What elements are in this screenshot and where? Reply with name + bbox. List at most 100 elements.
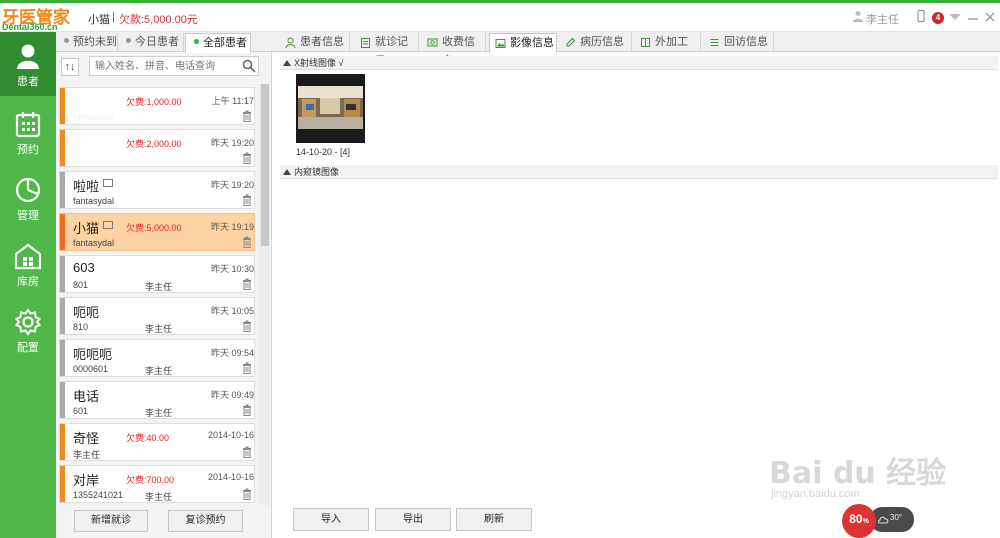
collapse-triangle-icon[interactable] bbox=[283, 59, 291, 67]
memory-percent-circle[interactable]: 80% bbox=[842, 504, 876, 538]
patient-card[interactable]: 小猫 欠费:5,000.00 昨天 19:19 fantasydal bbox=[59, 213, 255, 251]
main-tab[interactable]: 就诊记录 bbox=[355, 33, 419, 67]
patient-accent-bar bbox=[60, 424, 65, 460]
watermark-url: jingyan.baidu.com bbox=[771, 488, 860, 500]
delete-icon[interactable] bbox=[242, 236, 252, 248]
patient-list-scrollbar[interactable] bbox=[259, 84, 270, 505]
redacted-region bbox=[70, 90, 125, 122]
patient-card[interactable]: 呃呃呃 昨天 09:54 0000601 李主任 bbox=[59, 339, 255, 377]
image-icon bbox=[495, 39, 506, 48]
main-tab-label: 患者信息 bbox=[300, 36, 344, 48]
user-name[interactable]: 李主任 bbox=[866, 11, 899, 27]
patient-visit-time: 昨天 09:54 bbox=[210, 348, 254, 358]
nav-label: 患者 bbox=[17, 76, 39, 88]
main-tab[interactable]: 回访信息 bbox=[704, 33, 774, 52]
sort-button[interactable]: ↑↓ bbox=[61, 58, 79, 76]
patient-doctor: 李主任 bbox=[145, 366, 173, 376]
patient-accent-bar bbox=[60, 298, 65, 334]
patient-visit-time: 昨天 19:19 bbox=[210, 222, 254, 232]
patient-name: 啦啦 bbox=[73, 179, 100, 194]
nav-item-appointments[interactable]: 预约 bbox=[0, 100, 56, 164]
section-endoscope[interactable]: 内窥镜图像 bbox=[280, 165, 998, 179]
nav-item-settings[interactable]: 配置 bbox=[0, 298, 56, 362]
search-input[interactable] bbox=[89, 56, 259, 76]
has-image-icon bbox=[103, 221, 113, 229]
section-xray[interactable]: X射线图像 √ bbox=[280, 56, 998, 70]
delete-icon[interactable] bbox=[242, 320, 252, 332]
main-tab[interactable]: 病历信息 bbox=[560, 33, 632, 52]
patient-doctor: 李主任 bbox=[145, 408, 173, 418]
main-tab[interactable]: 影像信息 bbox=[489, 33, 557, 53]
patient-card[interactable]: 呃呃 昨天 10:05 810 李主任 bbox=[59, 297, 255, 335]
performance-widget[interactable]: 30° 80% bbox=[842, 504, 914, 538]
delete-icon[interactable] bbox=[242, 152, 252, 164]
search-icon[interactable] bbox=[242, 59, 256, 73]
main-tab[interactable]: 收费信息 bbox=[422, 33, 486, 67]
patient-name: 电话 bbox=[73, 389, 100, 404]
patient-sub-info: 810 bbox=[73, 322, 89, 332]
tab-today-patients[interactable]: 今日患者 bbox=[118, 33, 184, 52]
patient-sub-info: fantasydal bbox=[73, 238, 115, 248]
patient-name: 603 bbox=[73, 260, 95, 275]
delete-icon[interactable] bbox=[242, 362, 252, 374]
clipboard-icon bbox=[361, 38, 370, 48]
nav-label: 预约 bbox=[17, 144, 39, 156]
patient-name: 呃呃 bbox=[73, 305, 100, 320]
main-tab-label: 外加工 bbox=[655, 36, 688, 48]
new-visit-button[interactable]: 新增就诊 bbox=[74, 510, 148, 532]
delete-icon[interactable] bbox=[242, 278, 252, 290]
main-tab[interactable]: 外加工 bbox=[635, 33, 701, 52]
patient-card[interactable]: 电话 昨天 09:49 601 李主任 bbox=[59, 381, 255, 419]
collapse-triangle-icon[interactable] bbox=[283, 168, 291, 176]
mobile-icon[interactable] bbox=[914, 9, 928, 23]
logo-en: Dental360.cn bbox=[2, 22, 58, 32]
tab-label: 预约未到 bbox=[73, 36, 117, 48]
main-tabs: 患者信息就诊记录收费信息 影像信息 病历信息 外加工 回访信息 bbox=[272, 32, 1000, 67]
export-button[interactable]: 导出 bbox=[375, 508, 451, 531]
patient-card[interactable]: 对岸 欠费:700.00 2014-10-16 1355241021 李主任 bbox=[59, 465, 255, 503]
scrollbar-thumb[interactable] bbox=[261, 84, 269, 246]
main-tab[interactable]: 患者信息 bbox=[280, 33, 350, 52]
xray-image-thumbnail[interactable] bbox=[296, 74, 365, 143]
delete-icon[interactable] bbox=[242, 488, 252, 500]
follow-up-appointment-button[interactable]: 复诊预约 bbox=[168, 510, 243, 532]
patient-doctor: 李主任 bbox=[145, 324, 173, 334]
delete-icon[interactable] bbox=[242, 110, 252, 122]
notification-badge[interactable]: 4 bbox=[932, 12, 944, 24]
patient-debt: 欠费:1,000.00 bbox=[126, 97, 182, 107]
patient-accent-bar bbox=[60, 214, 65, 250]
tab-label: 今日患者 bbox=[135, 36, 179, 48]
nav-item-patients[interactable]: 患者 bbox=[0, 32, 56, 96]
nav-item-management[interactable]: 管理 bbox=[0, 166, 56, 230]
top-bar: 牙医管家 Dental360.cn 小猫 | 欠款:5,000.00元 李主任 … bbox=[0, 0, 1000, 32]
patient-card[interactable]: 603 昨天 10:30 801 李主任 bbox=[59, 255, 255, 293]
nav-item-warehouse[interactable]: 库房 bbox=[0, 232, 56, 296]
minimize-icon[interactable] bbox=[966, 9, 980, 23]
close-icon[interactable] bbox=[983, 9, 997, 23]
patient-list: 欠费:1,000.00 上午 11:17 fantasydal 欠费:2,000.00… bbox=[59, 87, 257, 505]
has-image-icon bbox=[103, 179, 113, 187]
patient-debt: 欠费:700.00 bbox=[126, 475, 175, 485]
patient-visit-time: 上午 11:17 bbox=[211, 96, 254, 106]
delete-icon[interactable] bbox=[242, 446, 252, 458]
patient-card[interactable]: 欠费:1,000.00上午 11:17fantasydal bbox=[59, 87, 255, 125]
tab-all-patients[interactable]: 全部患者 bbox=[185, 33, 251, 53]
tab-appointment-missed[interactable]: 预约未到 bbox=[56, 33, 118, 52]
patient-visit-time: 昨天 09:49 bbox=[210, 390, 254, 400]
delete-icon[interactable] bbox=[242, 404, 252, 416]
patient-card[interactable]: 欠费:2,000.00 昨天 19:20 bbox=[59, 129, 255, 167]
patient-accent-bar bbox=[60, 382, 65, 418]
delete-icon[interactable] bbox=[242, 194, 252, 206]
list-icon bbox=[710, 39, 719, 46]
patient-visit-time: 昨天 19:20 bbox=[210, 180, 254, 190]
patient-card[interactable]: 啦啦 昨天 19:20 fantasydal bbox=[59, 171, 255, 209]
main-nav: 患者 预约 管理 库房 配置 bbox=[0, 32, 56, 538]
pie-chart-icon bbox=[15, 177, 41, 203]
nav-label: 配置 bbox=[17, 342, 39, 354]
refresh-button[interactable]: 刷新 bbox=[456, 508, 532, 531]
patient-doctor: 李主任 bbox=[145, 492, 173, 502]
wifi-icon[interactable] bbox=[948, 9, 962, 23]
clinic-photo-icon bbox=[296, 74, 365, 143]
patient-card[interactable]: 奇怪 欠费:40.00 2014-10-16 李主任 bbox=[59, 423, 255, 461]
import-button[interactable]: 导入 bbox=[293, 508, 369, 531]
